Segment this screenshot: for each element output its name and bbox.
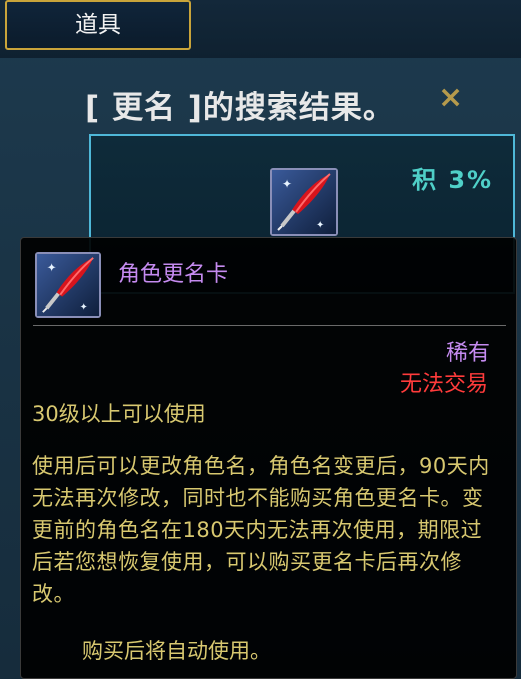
svg-text:✦: ✦ [47,260,57,274]
item-description: 使用后可以更改角色名，角色名变更后，90天内无法再次修改，同时也不能购买角色更名… [32,454,490,606]
level-requirement: 30级以上可以使用 [32,402,206,426]
item-tooltip: ✦ ✦ 角色更名卡 稀有 无法交易 30级以上可以使用 使用后可以更改角色名，角… [20,237,517,679]
svg-text:✦: ✦ [282,177,292,191]
close-icon[interactable]: × [438,80,463,115]
tooltip-divider [33,325,506,326]
red-feather-quill-icon[interactable]: ✦ ✦ [270,168,338,236]
tab-items[interactable]: 道具 [5,0,191,50]
rarity-label: 稀有 [445,341,490,366]
tab-items-label: 道具 [75,12,121,38]
svg-text:✦: ✦ [80,302,88,313]
rate-label: 积 3% [412,166,494,194]
trade-status: 无法交易 [399,372,488,397]
auto-use-note: 购买后将自动使用。 [82,639,271,663]
red-feather-quill-icon: ✦ ✦ [35,252,101,318]
search-keyword: 更名 [111,90,176,126]
search-suffix: ]的搜索结果。 [175,90,395,126]
svg-text:✦: ✦ [316,220,324,231]
item-name: 角色更名卡 [118,262,229,287]
search-prefix: [ [85,90,112,126]
search-result-title: [ 更名 ]的搜索结果。 [85,82,395,127]
